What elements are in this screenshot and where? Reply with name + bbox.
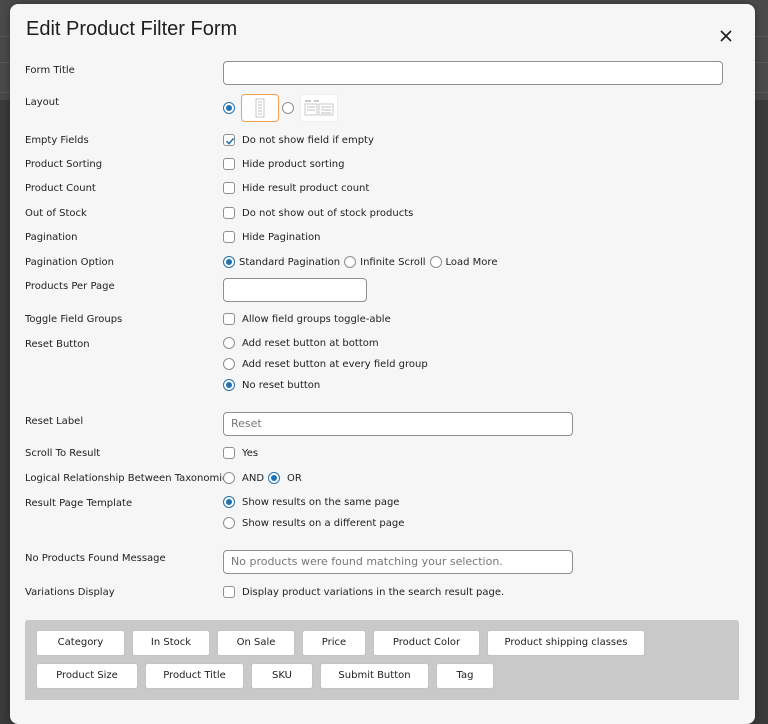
filter-item-on-sale[interactable]: On Sale [217, 630, 295, 656]
pagination-option-label: Hide Pagination [242, 231, 321, 243]
no-reset-label: No reset button [242, 379, 321, 391]
product-count-option-label: Hide result product count [242, 182, 370, 194]
different-page-option: Show results on a different page [223, 517, 404, 529]
variations-display-option-label: Display product variations in the search… [242, 586, 505, 598]
layout-label: Layout [25, 97, 59, 108]
close-button[interactable] [714, 24, 738, 48]
checkmark-icon [225, 137, 235, 145]
product-sorting-option: Hide product sorting [223, 158, 344, 170]
filter-item-product-title[interactable]: Product Title [145, 663, 244, 689]
horizontal-layout-icon[interactable] [300, 94, 338, 122]
close-icon [720, 30, 732, 42]
empty-fields-checkbox[interactable] [223, 134, 235, 146]
reset-bottom-label: Add reset button at bottom [242, 337, 379, 349]
pagination-option-radios: Standard Pagination Infinite Scroll Load… [223, 256, 497, 268]
no-reset-radio[interactable] [223, 379, 235, 391]
filter-item-in-stock[interactable]: In Stock [132, 630, 210, 656]
logical-or-label: OR [287, 472, 302, 484]
reset-bottom-radio[interactable] [223, 337, 235, 349]
reset-label-input[interactable]: Reset [223, 412, 573, 436]
form-title-label: Form Title [25, 65, 75, 76]
no-reset-option: No reset button [223, 379, 320, 391]
scroll-to-result-checkbox[interactable] [223, 447, 235, 459]
product-count-option: Hide result product count [223, 182, 369, 194]
pagination-option: Hide Pagination [223, 231, 320, 243]
logical-and-label: AND [242, 472, 265, 484]
variations-display-label: Variations Display [25, 587, 115, 598]
out-of-stock-option: Do not show out of stock products [223, 207, 413, 219]
form-title-input[interactable] [223, 61, 723, 85]
toggle-field-groups-option: Allow field groups toggle-able [223, 313, 391, 325]
logical-relationship-radios: AND OR [223, 472, 302, 484]
empty-fields-label: Empty Fields [25, 135, 89, 146]
reset-button-label: Reset Button [25, 339, 90, 350]
reset-bottom-option: Add reset button at bottom [223, 337, 379, 349]
dialog-title: Edit Product Filter Form [26, 18, 238, 40]
pagination-standard-label: Standard Pagination [239, 256, 341, 268]
empty-fields-option-label: Do not show field if empty [242, 134, 374, 146]
vertical-layout-icon[interactable] [241, 94, 279, 122]
reset-every-group-option: Add reset button at every field group [223, 358, 428, 370]
same-page-radio[interactable] [223, 496, 235, 508]
reset-every-group-label: Add reset button at every field group [242, 358, 428, 370]
filter-item-tag[interactable]: Tag [436, 663, 494, 689]
different-page-radio[interactable] [223, 517, 235, 529]
scroll-to-result-option: Yes [223, 447, 258, 459]
pagination-checkbox[interactable] [223, 231, 235, 243]
reset-label-label: Reset Label [25, 416, 84, 427]
filter-item-submit-button[interactable]: Submit Button [320, 663, 429, 689]
variations-display-checkbox[interactable] [223, 586, 235, 598]
toggle-field-groups-option-label: Allow field groups toggle-able [242, 313, 391, 325]
filter-item-price[interactable]: Price [302, 630, 366, 656]
scroll-to-result-option-label: Yes [242, 447, 259, 459]
variations-display-option: Display product variations in the search… [223, 586, 504, 598]
products-per-page-label: Products Per Page [25, 281, 115, 292]
product-count-checkbox[interactable] [223, 182, 235, 194]
reset-every-group-radio[interactable] [223, 358, 235, 370]
edit-filter-dialog: Edit Product Filter Form Form Title Layo… [10, 4, 755, 724]
logical-or-radio[interactable] [268, 472, 281, 484]
layout-options [223, 94, 338, 122]
same-page-label: Show results on the same page [242, 496, 400, 508]
product-sorting-checkbox[interactable] [223, 158, 235, 170]
filter-item-sku[interactable]: SKU [251, 663, 313, 689]
pagination-standard-radio[interactable] [223, 256, 235, 268]
no-products-message-input[interactable]: No products were found matching your sel… [223, 550, 573, 574]
out-of-stock-label: Out of Stock [25, 208, 87, 219]
empty-fields-option: Do not show field if empty [223, 134, 374, 146]
filter-items-tray: Category In Stock On Sale Price Product … [25, 620, 739, 724]
out-of-stock-option-label: Do not show out of stock products [242, 207, 414, 219]
different-page-label: Show results on a different page [242, 517, 405, 529]
pagination-option-label: Pagination Option [25, 257, 115, 268]
product-count-label: Product Count [25, 183, 96, 194]
toggle-field-groups-label: Toggle Field Groups [25, 314, 123, 325]
products-per-page-input[interactable] [223, 278, 367, 302]
toggle-field-groups-checkbox[interactable] [223, 313, 235, 325]
same-page-option: Show results on the same page [223, 496, 399, 508]
layout-horizontal-radio[interactable] [282, 102, 294, 114]
filter-item-product-size[interactable]: Product Size [36, 663, 138, 689]
pagination-infinite-radio[interactable] [344, 256, 357, 268]
pagination-label: Pagination [25, 232, 78, 243]
pagination-loadmore-radio[interactable] [429, 256, 442, 268]
filter-item-product-color[interactable]: Product Color [373, 630, 480, 656]
selected-fields-area [25, 700, 739, 724]
product-sorting-option-label: Hide product sorting [242, 158, 345, 170]
logical-relationship-label: Logical Relationship Between Taxonomies [25, 473, 234, 484]
filter-item-shipping-classes[interactable]: Product shipping classes [487, 630, 645, 656]
filter-item-category[interactable]: Category [36, 630, 125, 656]
layout-vertical-radio[interactable] [223, 102, 235, 114]
pagination-infinite-label: Infinite Scroll [360, 256, 426, 268]
no-products-message-label: No Products Found Message [25, 553, 166, 564]
out-of-stock-checkbox[interactable] [223, 207, 235, 219]
logical-and-radio[interactable] [223, 472, 235, 484]
product-sorting-label: Product Sorting [25, 159, 103, 170]
scroll-to-result-label: Scroll To Result [25, 448, 101, 459]
pagination-loadmore-label: Load More [445, 256, 498, 268]
result-page-template-label: Result Page Template [25, 498, 133, 509]
